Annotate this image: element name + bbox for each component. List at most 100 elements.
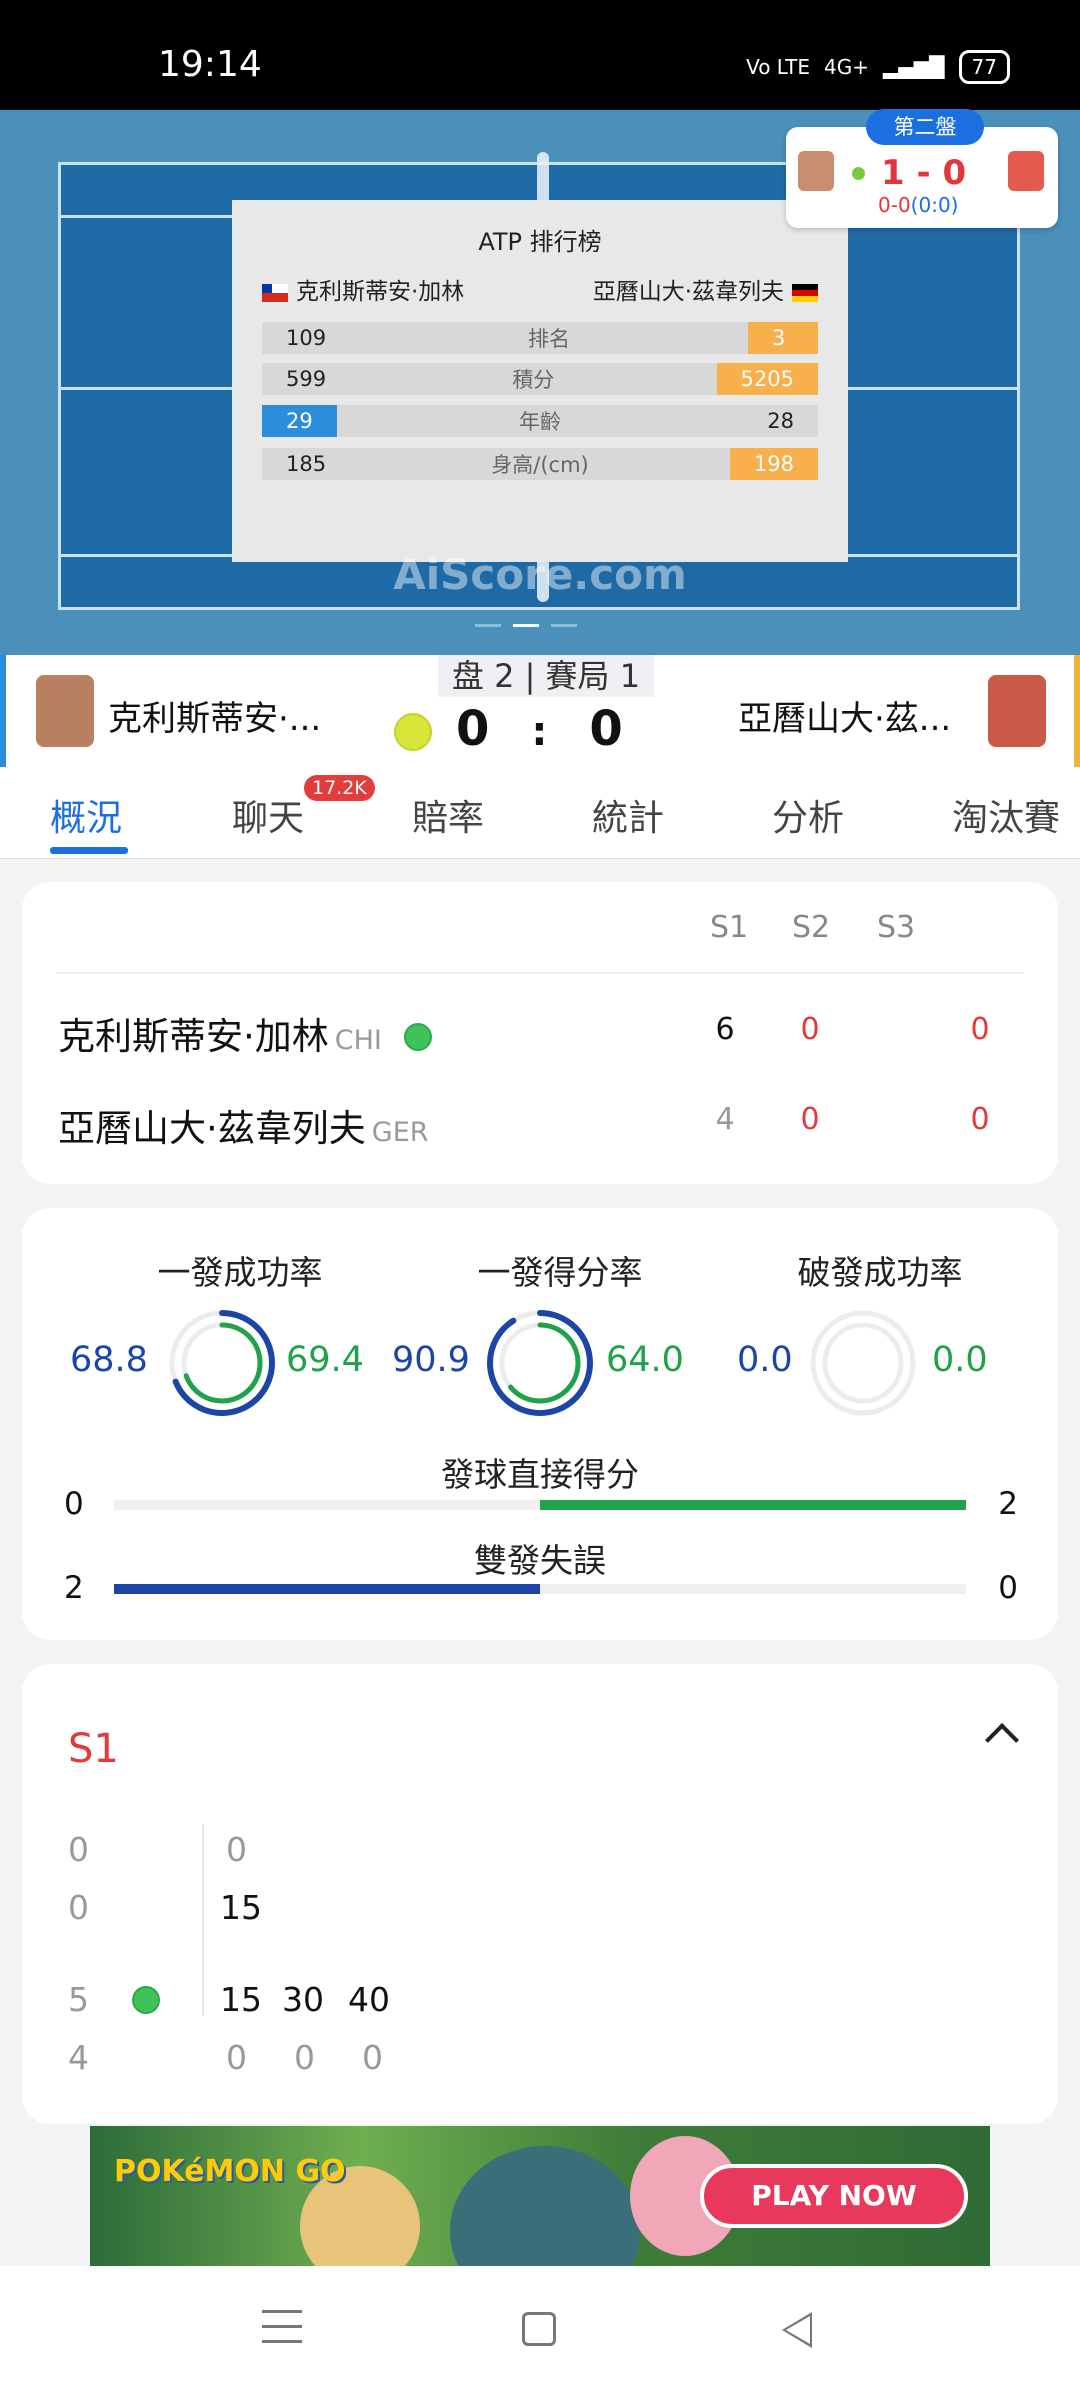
score-cell: 0 (970, 1102, 990, 1137)
volte-icon: Vo LTE (746, 55, 811, 79)
game-score: 0:0 (456, 701, 623, 757)
stat-left-value: 68.8 (70, 1340, 148, 1380)
status-icons: Vo LTE 4G+ ▂▄▆█ 77 (746, 50, 1010, 84)
ring-chart (169, 1310, 275, 1416)
serve-icon (132, 1986, 160, 2014)
chevron-up-icon[interactable] (985, 1723, 1019, 1757)
bar-fill-left (114, 1584, 540, 1594)
tab-odds[interactable]: 賠率 (412, 789, 484, 841)
home-icon[interactable] (522, 2312, 556, 2346)
bar-right-value: 2 (998, 1486, 1018, 1522)
serve-icon (852, 167, 865, 180)
bar-left-value: 2 (64, 1570, 84, 1606)
stat-title: 一發得分率 (477, 1253, 643, 1292)
player2-row: 亞曆山大·茲韋列夫 GER (58, 1107, 429, 1150)
tab-stats[interactable]: 統計 (592, 789, 664, 841)
stat-left-value: 90.9 (392, 1340, 470, 1380)
signal-icon: ▂▄▆█ (883, 55, 945, 79)
ranking-row: 185 身高/(cm) 198 (262, 448, 818, 480)
bar-title: 發球直接得分 (441, 1455, 639, 1494)
set-score: 1 - 0 (881, 153, 967, 193)
germany-flag-icon (792, 283, 818, 302)
score-cell: 6 (715, 1012, 735, 1047)
game-score-cell: 0 (226, 1830, 247, 1869)
system-nav-bar (0, 2266, 1080, 2400)
stat-right-value: 69.4 (286, 1340, 364, 1380)
battery-icon: 77 (958, 50, 1010, 84)
game-score-cell: 0 (68, 1830, 89, 1869)
ranking-row: 109 排名 3 (262, 322, 818, 354)
status-time: 19:14 (158, 44, 262, 85)
tab-analysis[interactable]: 分析 (772, 789, 844, 841)
game-score-cell: 30 (282, 1980, 324, 2019)
status-bar: 19:14 Vo LTE 4G+ ▂▄▆█ 77 (0, 0, 1080, 110)
bar-track (114, 1500, 966, 1510)
divider (202, 1916, 204, 2016)
stat-right-value: 64.0 (606, 1340, 684, 1380)
game-score-cell: 15 (220, 1888, 262, 1927)
stat-title: 一發成功率 (157, 1253, 323, 1292)
ranking-title: ATP 排行榜 (478, 228, 602, 256)
ad-banner[interactable]: POKéMON GO PLAY NOW (90, 2126, 990, 2266)
game-score-cell: 0 (226, 2038, 247, 2077)
set-header: S3 (877, 910, 916, 945)
stat-title: 破發成功率 (797, 1253, 963, 1292)
ranking-player1: 克利斯蒂安·加林 (262, 272, 464, 306)
ring-chart (810, 1310, 916, 1416)
bar-right-value: 0 (998, 1570, 1018, 1606)
ranking-panel: ATP 排行榜 克利斯蒂安·加林 亞曆山大·茲韋列夫 109 排名 3 599 積分 5… (232, 200, 848, 562)
player1-avatar[interactable] (36, 675, 94, 747)
ranking-row: 29 年齡 28 (262, 405, 818, 437)
bar-track (114, 1584, 966, 1594)
watermark: AiScore.com (393, 550, 687, 599)
page-indicator[interactable] (475, 624, 577, 627)
set-game-label: 盘 2 | 賽局 1 (438, 655, 654, 697)
ring-track (822, 1322, 904, 1404)
tab-overview[interactable]: 概況 (50, 789, 122, 841)
back-icon[interactable] (782, 2312, 812, 2348)
set-detail-card: S1 0 0 0 15 5 15 30 40 4 0 0 0 (22, 1664, 1058, 2124)
set-scores-card: S1 S2 S3 克利斯蒂安·加林 CHI 6 0 0 亞曆山大·茲韋列夫 GER … (22, 882, 1058, 1184)
live-score-popup[interactable]: 第二盤 1 - 0 0-0(0:0) (786, 109, 1058, 228)
set-detail-label: S1 (68, 1726, 119, 1772)
stat-left-value: 0.0 (737, 1340, 793, 1380)
ranking-row: 599 積分 5205 (262, 363, 818, 395)
player2-avatar (1008, 151, 1044, 191)
player2-name[interactable]: 亞曆山大·茲... (738, 691, 951, 740)
bar-fill-right (540, 1500, 966, 1510)
ad-play-button[interactable]: PLAY NOW (700, 2164, 968, 2228)
game-score-cell: 0 (68, 1888, 89, 1927)
divider (202, 1824, 204, 1924)
score-cell: 0 (970, 1012, 990, 1047)
tab-indicator (50, 847, 128, 854)
ad-character (450, 2146, 640, 2266)
tab-chat[interactable]: 聊天 (232, 789, 304, 841)
stat-right-value: 0.0 (932, 1340, 988, 1380)
player1-avatar (798, 151, 834, 191)
game-score-cell: 15 (220, 1980, 262, 2019)
game-score-cell: 4 (68, 2038, 89, 2077)
bar-title: 雙發失誤 (474, 1541, 606, 1580)
ring-chart (487, 1310, 593, 1416)
ring-left-arc (487, 1310, 593, 1416)
chile-flag-icon (262, 283, 288, 302)
game-score-cell: 0 (362, 2038, 383, 2077)
game-score-cell: 5 (68, 1980, 89, 2019)
player1-name[interactable]: 克利斯蒂安·... (108, 691, 321, 740)
stats-card: 一發成功率 一發得分率 破發成功率 68.8 69.4 90.9 64.0 0.… (22, 1208, 1058, 1640)
menu-icon[interactable] (262, 2310, 302, 2355)
score-cell: 0 (800, 1012, 820, 1047)
game-score-cell: 40 (348, 1980, 390, 2019)
score-cell: 0 (800, 1102, 820, 1137)
chat-count-badge: 17.2K (304, 775, 375, 801)
ring-track (810, 1310, 916, 1416)
network-icon: 4G+ (824, 55, 870, 79)
game-score-cell: 0 (294, 2038, 315, 2077)
tennis-ball-icon (394, 713, 432, 751)
score-cell: 4 (715, 1102, 735, 1137)
tab-bracket[interactable]: 淘汰賽 (952, 789, 1060, 841)
player2-avatar[interactable] (988, 675, 1046, 747)
serve-icon (403, 1023, 432, 1051)
match-header: 克利斯蒂安·... 盘 2 | 賽局 1 0:0 亞曆山大·茲... (0, 655, 1080, 767)
divider (56, 972, 1024, 974)
